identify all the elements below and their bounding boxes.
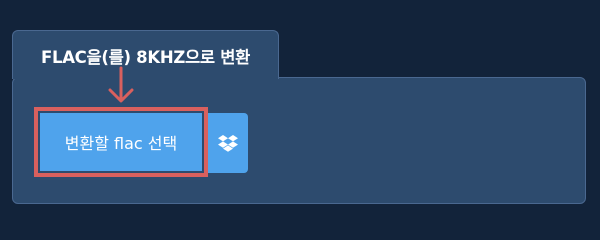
highlight-box: [34, 107, 208, 177]
dropbox-icon: [217, 134, 238, 152]
dropbox-button[interactable]: [207, 113, 248, 173]
tab-flac-to-8khz[interactable]: FLAC을(를) 8KHZ으로 변환: [12, 30, 279, 79]
arrow-down-icon: [108, 66, 134, 103]
tab-title: FLAC을(를) 8KHZ으로 변환: [41, 48, 250, 67]
